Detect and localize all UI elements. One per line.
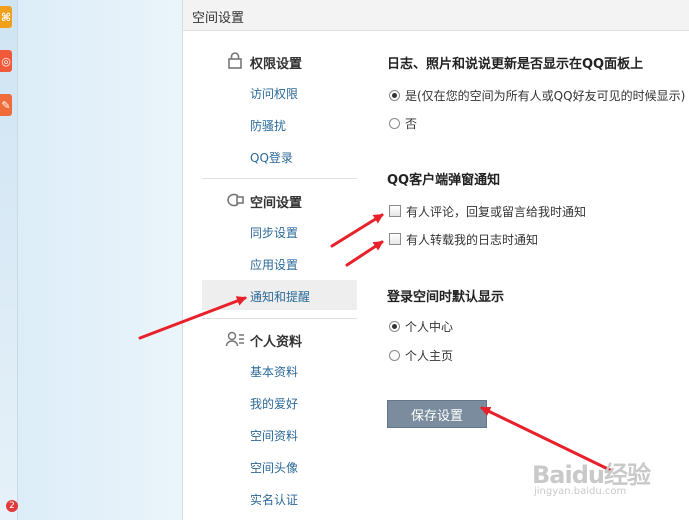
arrow-to-comment-checkbox — [330, 213, 384, 248]
arrow-to-notifications-item — [138, 296, 247, 340]
baidu-watermark: Baidu经验 jingyan.baidu.com — [532, 455, 672, 510]
annotation-arrows — [138, 213, 612, 472]
watermark-url: jingyan.baidu.com — [534, 486, 627, 497]
arrow-to-repost-checkbox — [345, 240, 384, 267]
watermark-logo: Baidu经验 — [532, 461, 651, 489]
